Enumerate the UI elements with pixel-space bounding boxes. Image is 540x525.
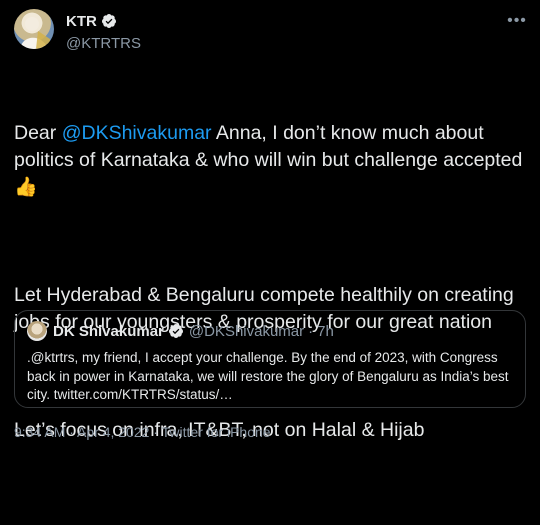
tweet-timestamp[interactable]: 9:34 AM · Apr 4, 2022 bbox=[14, 424, 149, 440]
tweet-source[interactable]: Twitter for iPhone bbox=[162, 424, 271, 440]
verified-badge-icon bbox=[101, 13, 117, 29]
more-horizontal-icon: ••• bbox=[507, 12, 527, 29]
quoted-tweet-header: DK Shivakumar @DKShivakumar · 7h bbox=[27, 321, 334, 341]
author-avatar[interactable] bbox=[14, 9, 54, 49]
tweet-text: Dear @DKShivakumar Anna, I don’t know mu… bbox=[14, 66, 526, 525]
tweet-footer: 9:34 AM · Apr 4, 2022 · Twitter for iPho… bbox=[14, 424, 271, 440]
quoted-tweet-text: .@ktrtrs, my friend, I accept your chall… bbox=[27, 350, 509, 402]
mention-link[interactable]: @DKShivakumar bbox=[62, 122, 212, 144]
quoted-author-handle: @DKShivakumar bbox=[188, 322, 305, 340]
author-handle[interactable]: @KTRTRS bbox=[66, 35, 141, 52]
author-names: KTR @KTRTRS bbox=[66, 12, 141, 53]
quoted-separator: · bbox=[308, 322, 314, 340]
author-display-name[interactable]: KTR bbox=[66, 13, 97, 30]
quoted-author-avatar bbox=[27, 321, 47, 341]
tweet-text-prefix: Dear bbox=[14, 122, 62, 144]
footer-separator: · bbox=[149, 424, 162, 440]
tweet-paragraph-1: Dear @DKShivakumar Anna, I don’t know mu… bbox=[14, 120, 526, 201]
quoted-time: 7h bbox=[317, 322, 334, 340]
more-options-button[interactable]: ••• bbox=[506, 10, 528, 32]
quoted-verified-badge-icon bbox=[168, 323, 184, 339]
quoted-tweet[interactable]: DK Shivakumar @DKShivakumar · 7h .@ktrtr… bbox=[14, 310, 526, 408]
tweet-card: KTR @KTRTRS ••• Dear @DKShivakumar Anna,… bbox=[0, 0, 540, 450]
thumbs-up-emoji: 👍 bbox=[14, 177, 38, 198]
quoted-author-name: DK Shivakumar bbox=[53, 322, 164, 340]
